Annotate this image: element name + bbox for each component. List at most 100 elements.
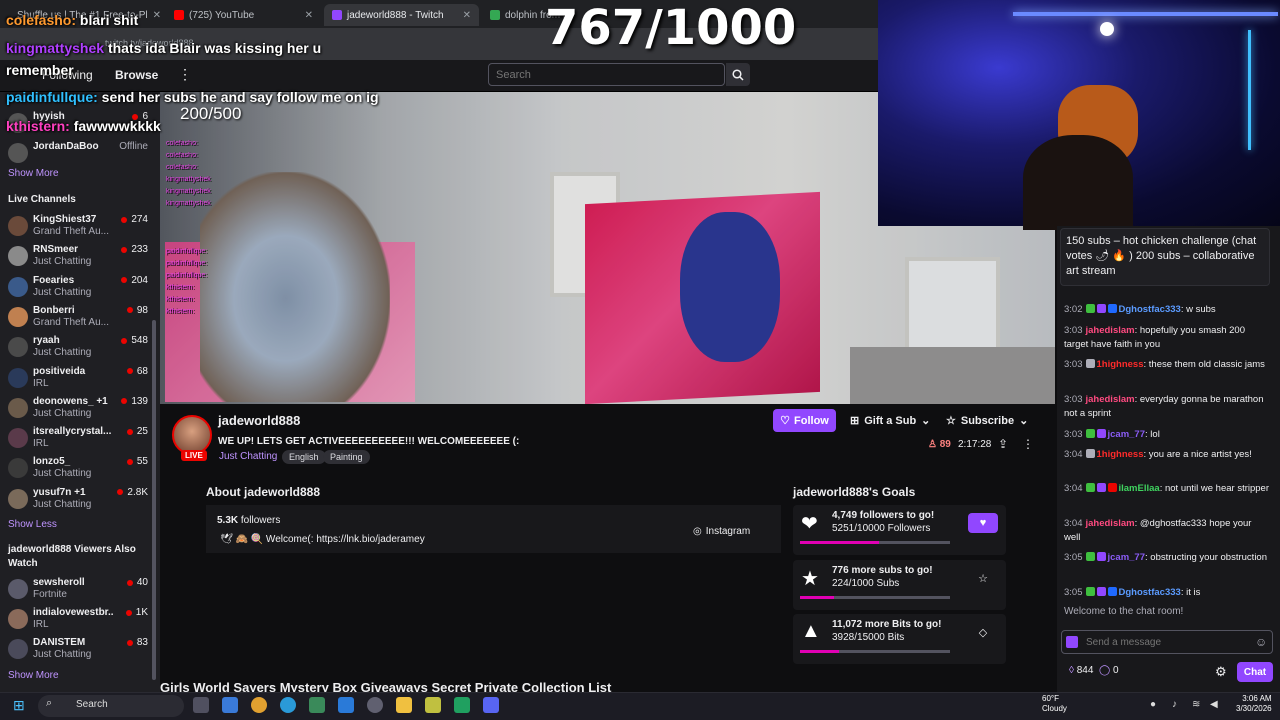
gear-icon[interactable]: ⚙: [1215, 664, 1227, 680]
app-icon[interactable]: [367, 697, 383, 713]
app-icon[interactable]: [309, 697, 325, 713]
taskbar-clock[interactable]: 3:06 AM 3/30/2026: [1236, 694, 1272, 714]
sidebar-channel[interactable]: JordanDaBoo Offline: [8, 140, 148, 168]
tray-app-icon[interactable]: ●: [1150, 699, 1156, 710]
chrome-icon[interactable]: [251, 697, 267, 713]
sidebar-channel[interactable]: ryaah Just Chatting 548: [8, 334, 148, 362]
chat-badge-icon[interactable]: [1085, 587, 1095, 596]
streamer-name[interactable]: jadeworld888: [218, 413, 300, 428]
chat-username[interactable]: Dghostfac333: [1119, 304, 1181, 315]
follow-heart-button[interactable]: ♥: [968, 513, 998, 533]
windows-start-icon[interactable]: ⊞: [13, 697, 25, 714]
weather-widget[interactable]: 60°F Cloudy: [1042, 694, 1067, 714]
chat-message[interactable]: 3:03 1highness: these them old classic ja…: [1064, 358, 1269, 372]
gift-sub-button[interactable]: ⊞ Gift a Sub ⌄: [842, 409, 938, 432]
chat-badge-icon[interactable]: [1085, 552, 1095, 561]
chat-badge-icon[interactable]: [1085, 359, 1095, 368]
browser-tab[interactable]: (725) YouTube ✕: [166, 4, 321, 26]
volume-icon[interactable]: ◀: [1210, 699, 1218, 710]
search-input[interactable]: [488, 63, 725, 86]
copilot-icon[interactable]: [222, 697, 238, 713]
chat-send-button[interactable]: Chat: [1237, 662, 1273, 682]
sidebar-channel[interactable]: itsreallycrystal... IRL 25: [8, 425, 148, 453]
instagram-link[interactable]: ◎ Instagram: [693, 526, 750, 537]
sidebar-channel[interactable]: lonzo5_ Just Chatting 55: [8, 455, 148, 483]
chat-username[interactable]: 1highness: [1097, 449, 1144, 460]
chat-message[interactable]: 3:02 Dghostfac333: w subs: [1064, 303, 1269, 317]
channel-avatar[interactable]: [172, 415, 212, 455]
browser-tab-active[interactable]: jadeworld888 - Twitch ✕: [324, 4, 479, 26]
chat-badge-icon[interactable]: [1107, 304, 1117, 313]
follow-button[interactable]: ♡ Follow: [773, 409, 836, 432]
chat-message[interactable]: 3:04 1highness: you are a nice artist yes…: [1064, 448, 1269, 462]
chat-badge-icon[interactable]: [1096, 429, 1106, 438]
sidebar-scrollbar[interactable]: [152, 320, 156, 680]
app-icon[interactable]: [425, 697, 441, 713]
chat-message[interactable]: 3:04 jahedislam: @dghostfac333 hope your …: [1064, 517, 1269, 545]
taskbar-search[interactable]: Search: [38, 695, 184, 717]
sidebar-channel[interactable]: KingShiest37 Grand Theft Au... 274: [8, 213, 148, 241]
bits-button[interactable]: ◇: [968, 622, 998, 642]
edge-icon[interactable]: [280, 697, 296, 713]
chat-message[interactable]: 3:03 jahedislam: everyday gonna be marath…: [1064, 393, 1269, 421]
chat-badge-icon[interactable]: [1096, 483, 1106, 492]
chat-badge-icon[interactable]: [1096, 304, 1106, 313]
sidebar-channel[interactable]: positiveida IRL 68: [8, 365, 148, 393]
subscribe-button[interactable]: ☆ Subscribe ⌄: [938, 409, 1036, 432]
chat-message[interactable]: 3:03 jcam_77: lol: [1064, 428, 1269, 442]
sidebar-channel[interactable]: RNSmeer Just Chatting 233: [8, 243, 148, 271]
show-more-link[interactable]: Show More: [8, 670, 59, 681]
search-button[interactable]: [726, 63, 750, 86]
share-icon[interactable]: ⇪: [998, 437, 1008, 451]
nav-browse[interactable]: Browse: [115, 68, 158, 82]
chat-identity-icon[interactable]: [1066, 636, 1078, 648]
chat-message[interactable]: 3:05 Dghostfac333: it is: [1064, 586, 1269, 600]
more-icon[interactable]: ⋮: [178, 66, 192, 83]
close-icon[interactable]: ✕: [305, 10, 313, 21]
wifi-icon[interactable]: ≋: [1192, 699, 1200, 710]
chat-message[interactable]: 3:03 jahedislam: hopefully you smash 200 …: [1064, 324, 1269, 352]
sidebar-channel[interactable]: deonowens_ +1 Just Chatting 139: [8, 395, 148, 423]
chat-username[interactable]: jahedislam: [1086, 518, 1135, 529]
sidebar-channel[interactable]: DANISTEM Just Chatting 83: [8, 636, 148, 664]
chat-message[interactable]: 3:05 jcam_77: obstructing your obstructio…: [1064, 551, 1269, 565]
chat-badge-icon[interactable]: [1107, 587, 1117, 596]
emote-icon[interactable]: ☺: [1255, 635, 1267, 649]
chat-badge-icon[interactable]: [1085, 483, 1095, 492]
bits-balance[interactable]: ◊ 844 ◯ 0: [1069, 665, 1119, 676]
chat-username[interactable]: 1highness: [1097, 359, 1144, 370]
tag-painting[interactable]: Painting: [323, 450, 370, 464]
sidebar-channel[interactable]: Bonberri Grand Theft Au... 98: [8, 304, 148, 332]
chat-input[interactable]: [1061, 630, 1273, 654]
sidebar-channel[interactable]: yusuf7n +1 Just Chatting 2.8K: [8, 486, 148, 514]
sidebar-channel[interactable]: sewsheroll Fortnite 40: [8, 576, 148, 604]
chat-badge-icon[interactable]: [1085, 449, 1095, 458]
sidebar-channel[interactable]: indialovewestbr... IRL 1K: [8, 606, 148, 634]
discord-icon[interactable]: [483, 697, 499, 713]
close-icon[interactable]: ✕: [463, 10, 471, 21]
store-icon[interactable]: [338, 697, 354, 713]
chat-username[interactable]: jahedislam: [1086, 325, 1135, 336]
app-icon[interactable]: [454, 697, 470, 713]
subscribe-star-button[interactable]: ☆: [968, 568, 998, 588]
show-more-link[interactable]: Show More: [8, 168, 59, 179]
chat-badge-icon[interactable]: [1096, 552, 1106, 561]
chat-username[interactable]: jcam_77: [1108, 552, 1146, 563]
folder-icon[interactable]: [396, 697, 412, 713]
chat-username[interactable]: jahedislam: [1086, 394, 1135, 405]
show-less-link[interactable]: Show Less: [8, 519, 57, 530]
microphone-icon[interactable]: ♪: [1172, 699, 1177, 710]
category-link[interactable]: Just Chatting: [219, 451, 277, 462]
chat-message[interactable]: 3:04 iIamEllaa: not until we hear strippe…: [1064, 482, 1269, 496]
chat-badge-icon[interactable]: [1085, 429, 1095, 438]
more-options-icon[interactable]: ⋮: [1022, 437, 1034, 451]
chat-badge-icon[interactable]: [1085, 304, 1095, 313]
tag-english[interactable]: English: [282, 450, 326, 464]
task-view-icon[interactable]: [193, 697, 209, 713]
chat-username[interactable]: Dghostfac333: [1119, 587, 1181, 598]
chat-badge-icon[interactable]: [1096, 587, 1106, 596]
sidebar-channel[interactable]: Foearies Just Chatting 204: [8, 274, 148, 302]
chat-username[interactable]: iIamEllaa: [1119, 483, 1160, 494]
chat-username[interactable]: jcam_77: [1108, 429, 1146, 440]
close-icon[interactable]: ✕: [153, 10, 161, 21]
